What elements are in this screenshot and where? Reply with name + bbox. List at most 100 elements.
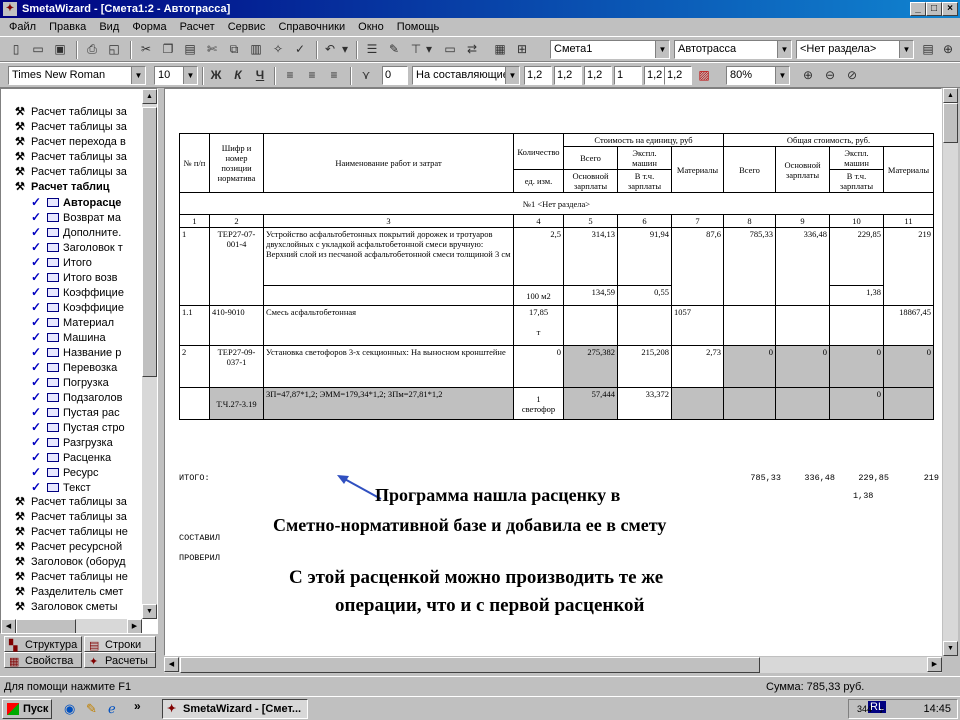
tree-item[interactable]: ⚒ Расчет таблицы за bbox=[15, 495, 127, 510]
tree-item[interactable]: ✓ Итого bbox=[31, 255, 92, 270]
tree-item[interactable]: ✓ Коэффицие bbox=[31, 300, 124, 315]
scroll-up-icon[interactable]: ▲ bbox=[943, 88, 958, 103]
object-combo[interactable]: Автотрасса ▼ bbox=[674, 40, 792, 59]
window-icon[interactable]: ▭ bbox=[440, 40, 460, 59]
tab-calcs[interactable]: ✦ Расчеты bbox=[84, 652, 156, 668]
cut-row-icon[interactable]: ✄ bbox=[202, 40, 222, 59]
tab-rows[interactable]: ▤ Строки bbox=[84, 636, 156, 652]
table-row[interactable]: 1 ТЕР27-07-001-4 Устройство асфальтобето… bbox=[179, 227, 934, 306]
tree-hscrollbar[interactable]: ◀ ▶ bbox=[1, 619, 142, 633]
align-center-icon[interactable]: ≡ bbox=[302, 66, 322, 85]
preview-icon[interactable]: ◱ bbox=[104, 40, 124, 59]
properties-icon[interactable]: ▦ bbox=[490, 40, 510, 59]
tree-item[interactable]: ⚒ Заголовок (оборуд bbox=[15, 555, 126, 570]
components-combo[interactable]: На составляющие ▼ bbox=[412, 66, 520, 85]
ie-icon[interactable]: ℯ bbox=[108, 701, 116, 717]
tree-item[interactable]: ⚒ Расчет ресурсной bbox=[15, 540, 122, 555]
tree-item[interactable]: ⚒ Расчет таблицы за bbox=[15, 120, 127, 135]
tree-item[interactable]: ✓ Подзаголов bbox=[31, 390, 123, 405]
zoom-combo[interactable]: 80% ▼ bbox=[726, 66, 790, 85]
tree-item[interactable]: ⚒ Расчет таблицы за bbox=[15, 510, 127, 525]
value-input[interactable]: 0 bbox=[382, 66, 408, 85]
minimize-button[interactable]: _ bbox=[910, 2, 926, 16]
undo-icon[interactable]: ↶ bbox=[320, 40, 340, 59]
scroll-thumb[interactable] bbox=[943, 103, 958, 143]
coef-input-4[interactable]: 1 bbox=[614, 66, 642, 85]
align-right-icon[interactable]: ≡ bbox=[324, 66, 344, 85]
menu-view[interactable]: Вид bbox=[94, 18, 124, 36]
menu-file[interactable]: Файл bbox=[4, 18, 41, 36]
scroll-down-icon[interactable]: ▼ bbox=[943, 641, 958, 656]
paste-row-icon[interactable]: ▥ bbox=[246, 40, 266, 59]
doc-vscrollbar[interactable]: ▲ ▼ bbox=[943, 88, 958, 656]
chevron-down-icon[interactable]: ▼ bbox=[131, 67, 145, 84]
section-combo[interactable]: <Нет раздела> ▼ bbox=[796, 40, 914, 59]
tree-item[interactable]: ⚒ Заголовок сметы bbox=[15, 600, 118, 615]
table-row[interactable]: Т.Ч.27-3.19 ЗП=47,87*1,2; ЭММ=179,34*1,2… bbox=[179, 387, 934, 420]
close-button[interactable]: × bbox=[942, 2, 958, 16]
insert-icon[interactable]: ⊤ bbox=[406, 40, 426, 59]
menu-form[interactable]: Форма bbox=[127, 18, 171, 36]
tree-item[interactable]: ⚒ Разделитель смет bbox=[15, 585, 123, 600]
coef-input-3[interactable]: 1,2 bbox=[584, 66, 612, 85]
menu-references[interactable]: Справочники bbox=[273, 18, 350, 36]
app-icon[interactable]: ✦ bbox=[3, 2, 17, 16]
scroll-left-icon[interactable]: ◀ bbox=[164, 657, 179, 672]
scroll-down-icon[interactable]: ▼ bbox=[142, 604, 157, 619]
scroll-thumb[interactable] bbox=[180, 657, 760, 673]
scroll-up-icon[interactable]: ▲ bbox=[142, 89, 157, 104]
tree-item[interactable]: ⚒ Расчет таблицы не bbox=[15, 570, 128, 585]
tree-item[interactable]: ✓ Дополните. bbox=[31, 225, 121, 240]
tree-item[interactable]: ✓ Текст bbox=[31, 480, 91, 495]
tree-item[interactable]: ✓ Название р bbox=[31, 345, 121, 360]
tray-badge[interactable]: 344 bbox=[857, 700, 872, 718]
tree-item[interactable]: ✓ Коэффицие bbox=[31, 285, 124, 300]
recalc-icon[interactable]: ⇄ bbox=[462, 40, 482, 59]
italic-button[interactable]: К bbox=[228, 66, 248, 85]
tree-item[interactable]: ✓ Погрузка bbox=[31, 375, 109, 390]
tree-item[interactable]: ⚒ Расчет таблиц bbox=[15, 180, 109, 195]
open-icon[interactable]: ▭ bbox=[28, 40, 48, 59]
tree-item[interactable]: ⚒ Расчет таблицы за bbox=[15, 105, 127, 120]
scroll-right-icon[interactable]: ▶ bbox=[927, 657, 942, 672]
doc-hscrollbar[interactable]: ◀ ▶ bbox=[164, 657, 942, 673]
tree-vscrollbar[interactable]: ▲ ▼ bbox=[142, 89, 157, 619]
clear-coef-icon[interactable]: ▨ bbox=[694, 66, 714, 85]
quicklaunch-icon[interactable]: ✎ bbox=[86, 701, 97, 717]
tree-item[interactable]: ✓ Пустая стро bbox=[31, 420, 125, 435]
tree-item[interactable]: ✓ Машина bbox=[31, 330, 106, 345]
paste-icon[interactable]: ▤ bbox=[180, 40, 200, 59]
list-icon[interactable]: ☰ bbox=[362, 40, 382, 59]
collapse-icon[interactable]: ⋎ bbox=[356, 66, 376, 85]
scroll-thumb[interactable] bbox=[142, 107, 157, 377]
wizard-icon[interactable]: ✧ bbox=[268, 40, 288, 59]
scroll-right-icon[interactable]: ▶ bbox=[127, 619, 142, 633]
underline-button[interactable]: Ч bbox=[250, 66, 270, 85]
estimate-document[interactable]: № п/п Шифр и номер позиции норматива Наи… bbox=[164, 88, 942, 656]
scroll-left-icon[interactable]: ◀ bbox=[1, 619, 16, 633]
brush-icon[interactable]: ✎ bbox=[384, 40, 404, 59]
align-left-icon[interactable]: ≡ bbox=[280, 66, 300, 85]
section-edit-icon[interactable]: ▤ bbox=[918, 40, 938, 59]
scroll-thumb[interactable] bbox=[16, 619, 76, 633]
tab-structure[interactable]: ▚ Структура bbox=[4, 636, 82, 652]
coef-input-1[interactable]: 1,2 bbox=[524, 66, 552, 85]
font-combo[interactable]: Times New Roman ▼ bbox=[8, 66, 146, 85]
tree-item[interactable]: ✓ Итого возв bbox=[31, 270, 117, 285]
menu-help[interactable]: Помощь bbox=[392, 18, 445, 36]
undo-dropdown-icon[interactable]: ▾ bbox=[340, 40, 350, 59]
copy-icon[interactable]: ❐ bbox=[158, 40, 178, 59]
estimate-combo[interactable]: Смета1 ▼ bbox=[550, 40, 670, 59]
chevron-down-icon[interactable]: ▼ bbox=[655, 41, 669, 58]
coef-input-6[interactable]: 1,2 bbox=[664, 66, 692, 85]
taskbar-smetawizard[interactable]: ✦ SmetaWizard - [Смет... bbox=[162, 699, 308, 719]
chevron-down-icon[interactable]: ▼ bbox=[775, 67, 789, 84]
chevron-down-icon[interactable]: ▼ bbox=[505, 67, 519, 84]
section-add-icon[interactable]: ⊕ bbox=[938, 40, 958, 59]
tree-item[interactable]: ✓ Возврат ма bbox=[31, 210, 121, 225]
zoom-fit-icon[interactable]: ⊘ bbox=[842, 66, 862, 85]
tab-properties[interactable]: ▦ Свойства bbox=[4, 652, 82, 668]
tree-item[interactable]: ⚒ Расчет перехода в bbox=[15, 135, 126, 150]
chevron-down-icon[interactable]: ▼ bbox=[777, 41, 791, 58]
tree-item[interactable]: ✓ Разгрузка bbox=[31, 435, 113, 450]
